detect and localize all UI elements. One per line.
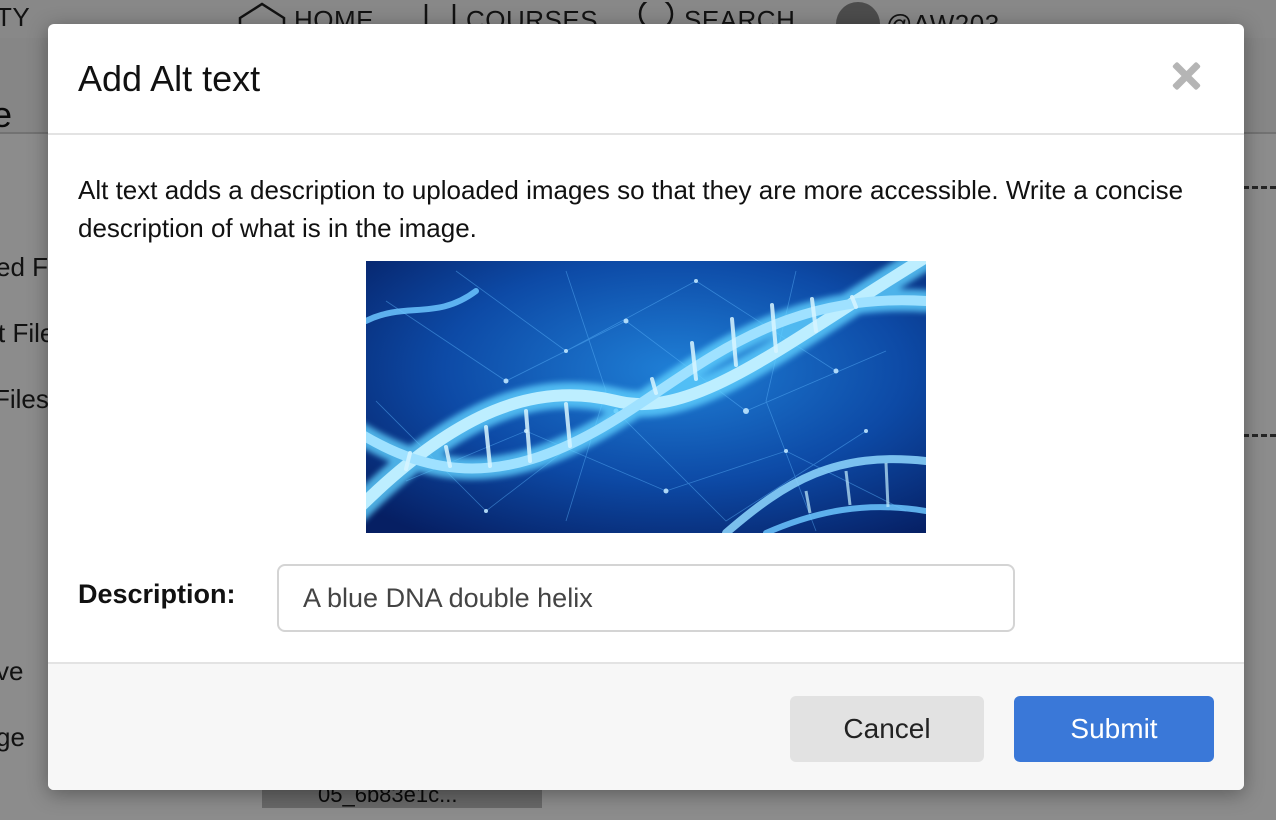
dialog-intro-text: Alt text adds a description to uploaded … <box>78 175 1184 243</box>
description-input[interactable] <box>277 564 1015 632</box>
description-label: Description: <box>78 579 236 609</box>
close-icon[interactable] <box>1168 58 1204 94</box>
image-preview <box>366 261 926 533</box>
cancel-button[interactable]: Cancel <box>790 696 984 762</box>
dialog-footer: Cancel Submit <box>48 662 1244 790</box>
dialog-title: Add Alt text <box>78 58 261 99</box>
alt-text-dialog: Add Alt text Alt text adds a description… <box>48 24 1244 790</box>
dialog-header: Add Alt text <box>48 24 1244 135</box>
dialog-body: Alt text adds a description to uploaded … <box>48 135 1244 664</box>
submit-button[interactable]: Submit <box>1014 696 1214 762</box>
